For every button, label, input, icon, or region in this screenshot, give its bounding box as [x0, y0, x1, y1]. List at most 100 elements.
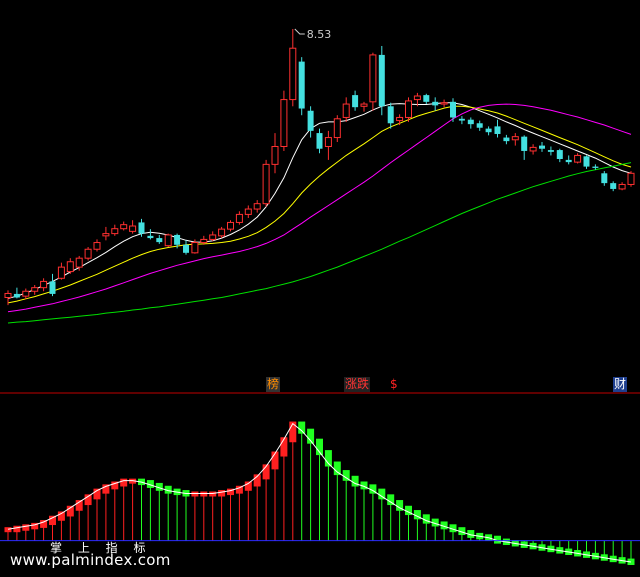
histogram-block [4, 527, 12, 533]
candle [539, 142, 545, 152]
candle-body [423, 95, 430, 102]
candle [227, 220, 234, 232]
candle [218, 226, 226, 239]
candle-body [432, 101, 439, 106]
candle [298, 57, 305, 116]
candle-body [618, 183, 626, 190]
candle-body [413, 95, 421, 101]
candle [583, 155, 590, 169]
candle [235, 211, 243, 225]
candle-body [583, 156, 590, 167]
candle [360, 101, 368, 112]
candle [164, 233, 172, 248]
candle-body [458, 118, 465, 121]
peak-arrow-icon [294, 28, 305, 35]
candle [396, 114, 404, 126]
candle-body [405, 100, 412, 118]
candle [450, 98, 456, 122]
candle-body [511, 136, 519, 141]
candle-body [75, 257, 83, 268]
candle [111, 224, 119, 236]
candle [49, 273, 56, 297]
candle-body [574, 154, 582, 163]
candle-body [156, 238, 163, 243]
candle-body [601, 173, 608, 184]
candle [324, 130, 332, 160]
histogram-block [120, 478, 128, 487]
ma-line-4 [7, 162, 632, 324]
candle-body [307, 110, 314, 131]
candle-body [592, 166, 599, 168]
candle-body [627, 172, 635, 185]
candle-body [262, 163, 270, 205]
histogram-block [218, 490, 226, 497]
candle-body [49, 281, 56, 294]
candle-body [111, 228, 119, 235]
candle-body [138, 222, 145, 234]
candle-body [476, 123, 483, 128]
candle-body [547, 150, 554, 152]
event-tag[interactable]: 财 [613, 377, 628, 392]
candle [147, 229, 154, 240]
candle [352, 90, 359, 111]
candle [458, 116, 465, 125]
event-tag[interactable]: $ [389, 377, 399, 392]
candle-body [93, 242, 101, 250]
candle [120, 221, 128, 231]
candle-body [13, 293, 20, 298]
candle-body [324, 137, 332, 147]
candle-body [235, 213, 243, 223]
candle-body [22, 290, 30, 297]
candle-body [521, 136, 528, 151]
candle-body [120, 224, 128, 230]
candle [423, 93, 430, 105]
candle [253, 200, 261, 213]
candle [307, 106, 314, 138]
candle [369, 52, 377, 111]
candle-body [174, 234, 181, 245]
candle [556, 148, 563, 163]
candle-body [342, 103, 350, 118]
candle [22, 288, 30, 300]
candle-body [4, 292, 12, 298]
histogram-block [13, 525, 21, 533]
candle-body [218, 228, 226, 237]
candle-body [129, 225, 137, 232]
candle [610, 181, 617, 192]
candle-body [494, 126, 501, 134]
candle-body [147, 235, 154, 239]
candle [485, 126, 492, 136]
candle-body [298, 61, 305, 109]
candle-body [440, 102, 448, 105]
candle [31, 284, 39, 295]
candle-body [227, 221, 234, 230]
event-tag[interactable]: 榜 [266, 377, 281, 392]
peak-label-group: 8.53 [294, 28, 331, 41]
candle-body [503, 137, 510, 142]
candle [618, 182, 626, 191]
candle [405, 97, 412, 122]
candle-body [352, 95, 359, 108]
candle [129, 220, 137, 234]
candle-body [316, 133, 323, 149]
candle-body [200, 238, 208, 244]
candle [432, 97, 439, 111]
histogram-block [298, 421, 306, 434]
candle-body [244, 208, 252, 215]
stock-chart: 8.53 [0, 28, 640, 566]
candle [529, 144, 537, 155]
candle [244, 205, 252, 218]
candle [66, 258, 74, 274]
candle-body [539, 145, 545, 149]
candle-body [31, 287, 39, 292]
candle-body [485, 128, 492, 133]
candle-body [66, 261, 74, 273]
candle [40, 278, 48, 292]
candle-body [556, 150, 563, 160]
event-tag[interactable]: 涨跌 [344, 377, 371, 392]
candle-body [450, 101, 456, 118]
candle [511, 133, 519, 146]
candlesticks [4, 28, 635, 306]
candle-body [333, 118, 341, 139]
candle-body [529, 146, 537, 152]
